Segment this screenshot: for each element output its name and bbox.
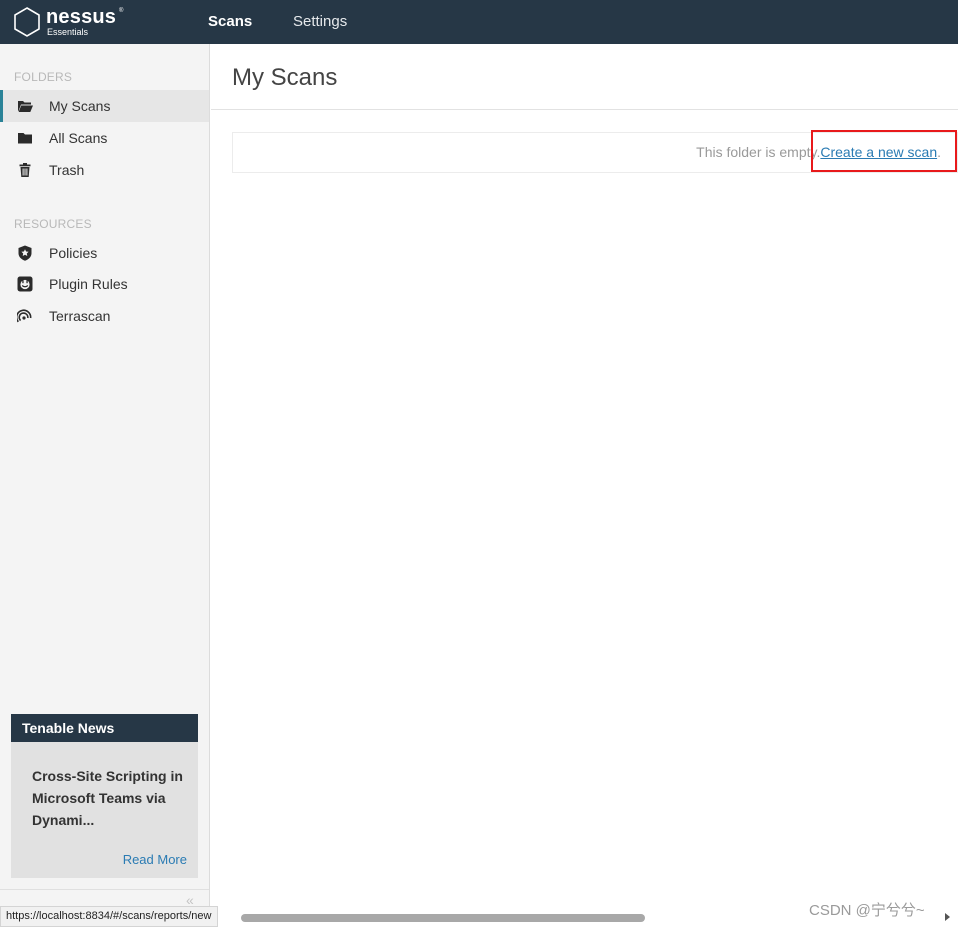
watermark-text: CSDN @宁兮兮~ [809,902,925,919]
nav-settings[interactable]: Settings [293,13,347,31]
sidebar-item-all-scans[interactable]: All Scans [0,122,209,154]
trademark-mark: ® [119,8,124,14]
sidebar-item-label: My Scans [49,98,111,114]
main-content: My Scans This folder is empty.Create a n… [211,44,958,927]
sidebar-item-label: All Scans [49,130,108,146]
empty-folder-text: This folder is empty. [696,144,821,160]
top-navigation-bar: nessus ® Essentials Scans Settings [0,0,958,44]
plugin-icon [17,276,33,292]
news-heading: Tenable News [11,714,198,742]
brand-edition: Essentials [47,27,89,37]
news-article-title[interactable]: Cross-Site Scripting in Microsoft Teams … [32,765,187,831]
sidebar-item-plugin-rules[interactable]: Plugin Rules [0,268,209,300]
sidebar: FOLDERS My Scans All Scans Trash RESOURC… [0,44,210,927]
horizontal-scrollbar-thumb[interactable] [241,914,645,922]
hexagon-logo-icon [14,7,40,37]
shield-star-icon [18,245,32,261]
tenable-news-panel: Tenable News Cross-Site Scripting in Mic… [11,714,198,878]
title-divider [211,109,958,110]
scroll-right-arrow-icon[interactable] [945,913,950,921]
sidebar-item-trash[interactable]: Trash [0,154,209,186]
sidebar-item-my-scans[interactable]: My Scans [0,90,209,122]
nav-scans[interactable]: Scans [208,13,252,31]
brand-name: nessus [46,6,117,28]
sidebar-divider [0,889,209,890]
sidebar-item-label: Policies [49,245,98,261]
nessus-logo[interactable]: nessus ® Essentials [12,6,132,38]
folder-open-icon [18,101,33,112]
resources-section-label: RESOURCES [14,217,92,231]
folder-icon [18,133,32,144]
sidebar-item-policies[interactable]: Policies [0,237,209,269]
create-new-scan-link[interactable]: Create a new scan [820,144,937,160]
sidebar-item-label: Terrascan [49,308,111,324]
sidebar-item-label: Trash [49,162,85,178]
status-bar-url: https://localhost:8834/#/scans/reports/n… [0,906,219,927]
sidebar-item-label: Plugin Rules [49,276,128,292]
create-link-suffix: . [937,144,941,160]
empty-folder-notice: This folder is empty.Create a new scan. [232,132,958,173]
sidebar-item-terrascan[interactable]: Terrascan [0,300,209,332]
trash-icon [19,163,31,177]
read-more-link[interactable]: Read More [123,852,187,867]
empty-folder-message: This folder is empty.Create a new scan. [696,144,941,160]
signal-icon [17,309,32,323]
page-title: My Scans [232,64,338,91]
folders-section-label: FOLDERS [14,70,73,84]
